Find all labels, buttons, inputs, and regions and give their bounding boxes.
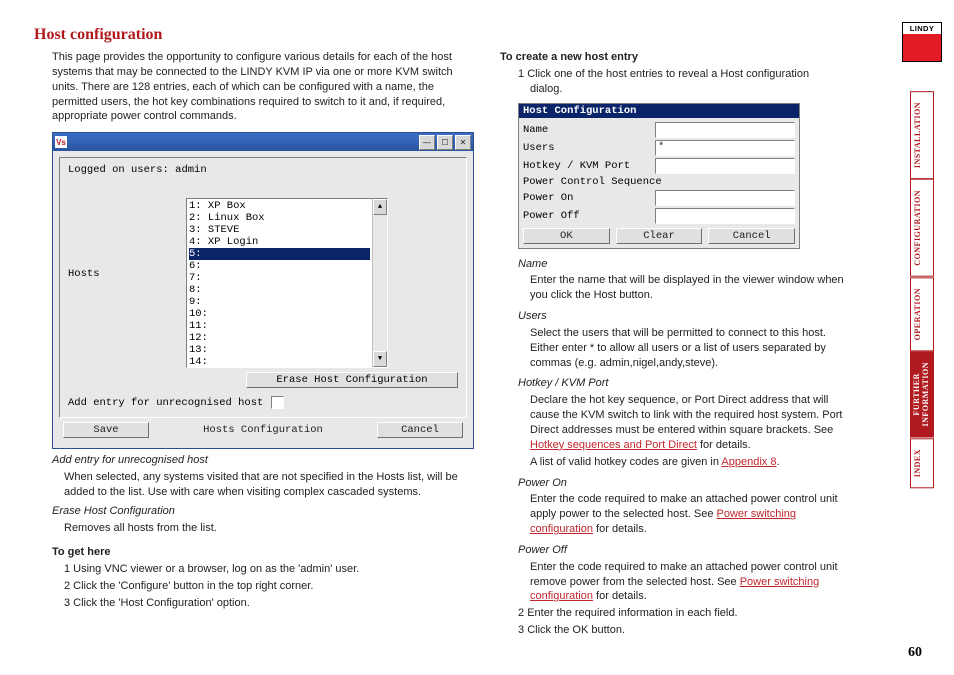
scroll-down-icon[interactable]: ▼ <box>373 351 387 367</box>
field-hotkey-desc2: A list of valid hotkey codes are given i… <box>530 455 844 470</box>
hc-cancel-button[interactable]: Cancel <box>708 228 795 244</box>
list-item[interactable]: 5: <box>189 248 370 260</box>
field-poff-desc: Enter the code required to make an attac… <box>530 560 844 605</box>
field-poff-title: Power Off <box>518 543 844 558</box>
hc-users-label: Users <box>523 142 651 154</box>
list-item[interactable]: 7: <box>189 272 370 284</box>
hc-clear-button[interactable]: Clear <box>616 228 703 244</box>
hc-pon-label: Power On <box>523 192 651 204</box>
logged-on-value: admin <box>175 164 207 176</box>
lindy-logo: LINDY <box>902 22 942 62</box>
add-entry-desc: When selected, any systems visited that … <box>64 470 474 500</box>
list-item[interactable]: 13: <box>189 344 370 356</box>
list-item[interactable]: 3: STEVE <box>189 224 370 236</box>
page-title: Host configuration <box>34 26 844 44</box>
list-item[interactable]: 11: <box>189 320 370 332</box>
field-hotkey-desc1: Declare the hot key sequence, or Port Di… <box>530 393 844 452</box>
hc-pon-field[interactable] <box>655 190 795 206</box>
cancel-button[interactable]: Cancel <box>377 422 463 438</box>
vnc-window: Vs — ☐ ✕ Logged on users: admin <box>52 132 474 449</box>
create-entry-heading: To create a new host entry <box>500 50 844 65</box>
get-here-step: 1 Using VNC viewer or a browser, log on … <box>64 562 474 577</box>
logo-text: LINDY <box>903 23 941 34</box>
hc-titlebar: Host Configuration <box>519 104 799 118</box>
scroll-up-icon[interactable]: ▲ <box>373 199 387 215</box>
get-here-step: 2 Click the 'Configure' button in the to… <box>64 579 474 594</box>
save-button[interactable]: Save <box>63 422 149 438</box>
intro-text: This page provides the opportunity to co… <box>52 50 474 124</box>
hosts-listbox[interactable]: 1: XP Box 2: Linux Box 3: STEVE 4: XP Lo… <box>186 198 388 368</box>
list-item[interactable]: 4: XP Login <box>189 236 370 248</box>
hc-poff-field[interactable] <box>655 208 795 224</box>
dialog-title-label: Hosts Configuration <box>203 424 323 436</box>
logged-on-row: Logged on users: admin <box>68 164 458 176</box>
list-item[interactable]: 9: <box>189 296 370 308</box>
hc-name-label: Name <box>523 124 651 136</box>
create-step-2: 2 Enter the required information in each… <box>518 606 844 621</box>
nav-tab-configuration[interactable]: CONFIGURATION <box>910 179 934 277</box>
hc-hotkey-field[interactable] <box>655 158 795 174</box>
scrollbar[interactable]: ▲ ▼ <box>372 199 387 367</box>
field-hotkey-title: Hotkey / KVM Port <box>518 376 844 391</box>
get-here-heading: To get here <box>52 545 474 560</box>
create-step-1: 1 Click one of the host entries to revea… <box>518 67 844 97</box>
list-item[interactable]: 1: XP Box <box>189 200 370 212</box>
vnc-app-icon: Vs <box>55 136 67 148</box>
maximize-icon[interactable]: ☐ <box>437 135 453 150</box>
list-item[interactable]: 10: <box>189 308 370 320</box>
hc-users-field[interactable]: * <box>655 140 795 156</box>
link-appendix8[interactable]: Appendix 8 <box>721 456 776 468</box>
create-step-3: 3 Click the OK button. <box>518 623 844 638</box>
list-item[interactable]: 2: Linux Box <box>189 212 370 224</box>
hc-poff-label: Power Off <box>523 210 651 222</box>
add-entry-label: Add entry for unrecognised host <box>68 397 263 409</box>
field-users-title: Users <box>518 309 844 324</box>
list-item[interactable]: 6: <box>189 260 370 272</box>
hc-name-field[interactable] <box>655 122 795 138</box>
close-icon[interactable]: ✕ <box>455 135 471 150</box>
nav-tab-further-information[interactable]: FURTHERINFORMATION <box>910 351 934 437</box>
field-name-title: Name <box>518 257 844 272</box>
add-entry-heading: Add entry for unrecognised host <box>52 453 474 468</box>
host-config-dialog: Host Configuration Name Users * Hotkey / … <box>518 103 800 249</box>
link-hotkey-sequences[interactable]: Hotkey sequences and Port Direct <box>530 439 697 451</box>
right-nav: LINDY INSTALLATIONCONFIGURATIONOPERATION… <box>902 22 942 488</box>
vnc-titlebar: Vs — ☐ ✕ <box>53 133 473 151</box>
nav-tab-operation[interactable]: OPERATION <box>910 277 934 351</box>
hc-ok-button[interactable]: OK <box>523 228 610 244</box>
hc-hotkey-label: Hotkey / KVM Port <box>523 160 651 172</box>
field-users-desc: Select the users that will be permitted … <box>530 326 844 371</box>
erase-host-button[interactable]: Erase Host Configuration <box>246 372 458 388</box>
minimize-icon[interactable]: — <box>419 135 435 150</box>
field-pon-title: Power On <box>518 476 844 491</box>
hc-pcs-label: Power Control Sequence <box>523 176 662 188</box>
list-item[interactable]: 8: <box>189 284 370 296</box>
get-here-step: 3 Click the 'Host Configuration' option. <box>64 596 474 611</box>
hosts-label: Hosts <box>68 198 178 280</box>
page-number: 60 <box>908 645 922 661</box>
field-pon-desc: Enter the code required to make an attac… <box>530 492 844 537</box>
erase-heading: Erase Host Configuration <box>52 504 474 519</box>
erase-desc: Removes all hosts from the list. <box>64 521 474 536</box>
nav-tab-index[interactable]: INDEX <box>910 438 934 488</box>
list-item[interactable]: 14: <box>189 356 370 368</box>
field-name-desc: Enter the name that will be displayed in… <box>530 273 844 303</box>
list-item[interactable]: 12: <box>189 332 370 344</box>
add-entry-checkbox[interactable] <box>271 396 284 409</box>
nav-tab-installation[interactable]: INSTALLATION <box>910 91 934 179</box>
logged-on-label: Logged on users: <box>68 164 169 176</box>
